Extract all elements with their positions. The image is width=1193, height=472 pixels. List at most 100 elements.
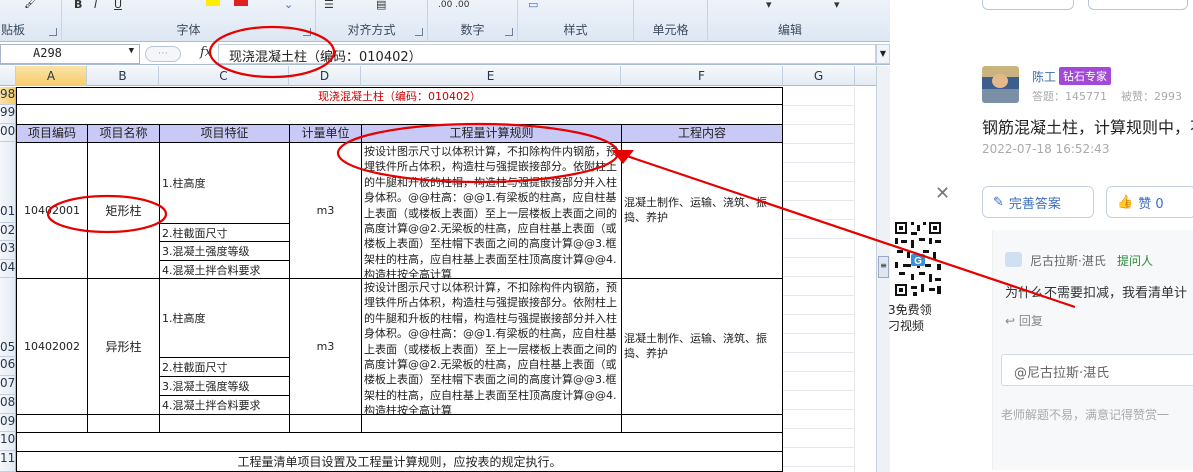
feature-cell[interactable]: 3.混凝土强度等级 (159, 241, 290, 261)
empty-cell[interactable] (16, 414, 88, 433)
format-painter-icon[interactable]: 🖌 (24, 0, 38, 8)
feature-cell[interactable]: 4.混凝土拌合料要求 (159, 260, 290, 279)
feature-cell[interactable]: 2.柱截面尺寸 (159, 223, 290, 242)
dialog-launcher-icon[interactable] (415, 28, 423, 36)
qr-code-icon[interactable]: G (893, 220, 943, 298)
empty-cell[interactable] (621, 414, 783, 433)
promo-text[interactable]: 3免费领 刁视频 (888, 302, 948, 334)
ribbon-group-styles[interactable]: ▭ 样式 (518, 0, 634, 42)
feature-cell[interactable]: 3.混凝土强度等级 (159, 376, 290, 396)
name-box[interactable]: A298 ▼ (0, 44, 140, 64)
feature-cell[interactable]: 4.混凝土拌合料要求 (159, 395, 290, 415)
header-cell[interactable]: 计量单位 (289, 124, 362, 143)
row-header[interactable]: 99 (0, 105, 16, 124)
dialog-launcher-icon[interactable] (49, 28, 57, 36)
scroll-thumb[interactable]: ≡ (878, 256, 889, 278)
empty-cell[interactable] (289, 414, 362, 433)
like-button-top[interactable] (982, 0, 1074, 10)
row-header[interactable]: 04 (0, 260, 16, 278)
header-cell[interactable]: 项目名称 (87, 124, 160, 143)
chevron-down-icon[interactable]: ▼ (129, 46, 134, 56)
row-header[interactable]: 07 (0, 376, 16, 395)
row-header[interactable]: 06 (0, 357, 16, 376)
column-header-e[interactable]: E (361, 66, 621, 86)
item-code-cell[interactable]: 10402002 (16, 278, 88, 415)
cancel-enter-icon[interactable]: ⋯ (145, 46, 181, 62)
align-icon[interactable]: ☰ (324, 0, 334, 10)
row-header[interactable]: 10 (0, 432, 16, 451)
row-header[interactable]: 09 (0, 414, 16, 432)
ribbon-group-cells[interactable]: 单元格 (634, 0, 708, 42)
column-header-d[interactable]: D (289, 66, 361, 86)
font-color-icon[interactable] (234, 0, 248, 6)
reply-link[interactable]: ↩ 回复 (1005, 312, 1043, 329)
item-name-cell[interactable]: 异形柱 (87, 278, 160, 415)
italic-button[interactable]: I (94, 0, 97, 10)
column-header-f[interactable]: F (621, 66, 783, 86)
rule-cell[interactable]: 按设计图示尺寸以体积计算，不扣除构件内钢筋，预埋铁件所占体积，构造柱与强提嵌接部… (361, 278, 622, 415)
dialog-launcher-icon[interactable] (505, 28, 513, 36)
item-name-cell[interactable]: 矩形柱 (87, 142, 160, 279)
footer-note-cell[interactable]: 工程量清单项目设置及工程量计算规则，应按表的规定执行。 (16, 451, 783, 472)
unit-cell[interactable]: m3 (289, 278, 362, 415)
expand-formula-icon[interactable]: ▼ (876, 44, 890, 64)
column-header-a[interactable]: A (16, 66, 87, 86)
empty-row[interactable] (16, 105, 783, 124)
empty-cell[interactable] (87, 414, 160, 433)
ribbon-group-editing[interactable]: ▾ ▾ 编辑 (708, 0, 872, 42)
content-cell[interactable]: 混凝土制作、运输、浇筑、振捣、养护 (621, 142, 783, 279)
spreadsheet-grid[interactable]: A B C D E F G 98 99 00 01 02 03 04 05 06… (0, 66, 876, 472)
column-header-b[interactable]: B (87, 66, 159, 86)
header-cell[interactable]: 工程量计算规则 (361, 124, 622, 143)
empty-cell[interactable] (361, 414, 622, 433)
rule-cell[interactable]: 按设计图示尺寸以体积计算，不扣除构件内钢筋，预埋铁件所占体积，构造柱与强提嵌接部… (361, 142, 622, 279)
table-title-cell[interactable]: 现浇混凝土柱（编码：010402） (16, 87, 783, 105)
ribbon-group-clipboard[interactable]: 🖌 贴板 (0, 0, 62, 42)
decimal-icon[interactable]: .00 .00 (438, 0, 470, 10)
vertical-scrollbar[interactable]: ≡ (876, 66, 890, 472)
highlight-color-icon[interactable] (206, 0, 220, 6)
feature-cell[interactable]: 1.柱高度 (159, 142, 290, 224)
clear-format-icon[interactable]: ⌄ (284, 0, 293, 10)
feature-cell[interactable]: 1.柱高度 (159, 278, 290, 358)
complete-answer-button[interactable]: ✎ 完善答案 (982, 186, 1094, 218)
empty-cell[interactable] (159, 414, 290, 433)
select-all-corner[interactable] (0, 66, 16, 86)
dropdown-icon[interactable]: ▾ (766, 0, 772, 10)
ribbon-group-alignment[interactable]: ☰ ▤ 对齐方式 (316, 0, 428, 42)
row-header[interactable]: 08 (0, 395, 16, 414)
formula-input[interactable]: 现浇混凝土柱（编码：010402） (218, 44, 876, 64)
row-header[interactable]: 01 (0, 142, 16, 223)
like-button[interactable]: 👍 赞 0 (1106, 186, 1193, 218)
follow-up-button-top[interactable] (1088, 0, 1188, 10)
item-code-cell[interactable]: 10402001 (16, 142, 88, 279)
underline-button[interactable]: U (114, 0, 122, 10)
fx-icon[interactable]: fx (200, 45, 212, 60)
header-cell[interactable]: 项目编码 (16, 124, 88, 143)
dialog-launcher-icon[interactable] (303, 28, 311, 36)
ribbon-group-number[interactable]: .00 .00 数字 (428, 0, 518, 42)
row-header[interactable]: 02 (0, 223, 16, 241)
asker-name[interactable]: 尼古拉斯·湛氏 (1030, 252, 1106, 269)
avatar[interactable] (982, 66, 1019, 103)
row-header[interactable]: 11 (0, 451, 16, 472)
dropdown-icon[interactable]: ▾ (834, 0, 840, 10)
row-header[interactable]: 00 (0, 124, 16, 142)
unit-cell[interactable]: m3 (289, 142, 362, 279)
column-header-g[interactable]: G (783, 66, 855, 86)
expert-name[interactable]: 陈工 (1032, 68, 1056, 85)
header-cell[interactable]: 工程内容 (621, 124, 783, 143)
reply-input[interactable]: @尼古拉斯·湛氏 (1001, 354, 1193, 386)
column-header-c[interactable]: C (159, 66, 289, 86)
content-cell[interactable]: 混凝土制作、运输、浇筑、振捣、养护 (621, 278, 783, 415)
styles-icon[interactable]: ▭ (528, 0, 538, 10)
orientation-icon[interactable]: ▤ (376, 0, 386, 10)
close-icon[interactable]: ✕ (935, 183, 950, 204)
row-header[interactable]: 03 (0, 241, 16, 260)
row-header[interactable]: 05 (0, 278, 16, 357)
header-cell[interactable]: 项目特征 (159, 124, 290, 143)
row-header[interactable]: 98 (0, 87, 16, 105)
ribbon-group-font[interactable]: B I U ⌄ 字体 (62, 0, 316, 42)
empty-row[interactable] (16, 432, 783, 452)
feature-cell[interactable]: 2.柱截面尺寸 (159, 357, 290, 377)
